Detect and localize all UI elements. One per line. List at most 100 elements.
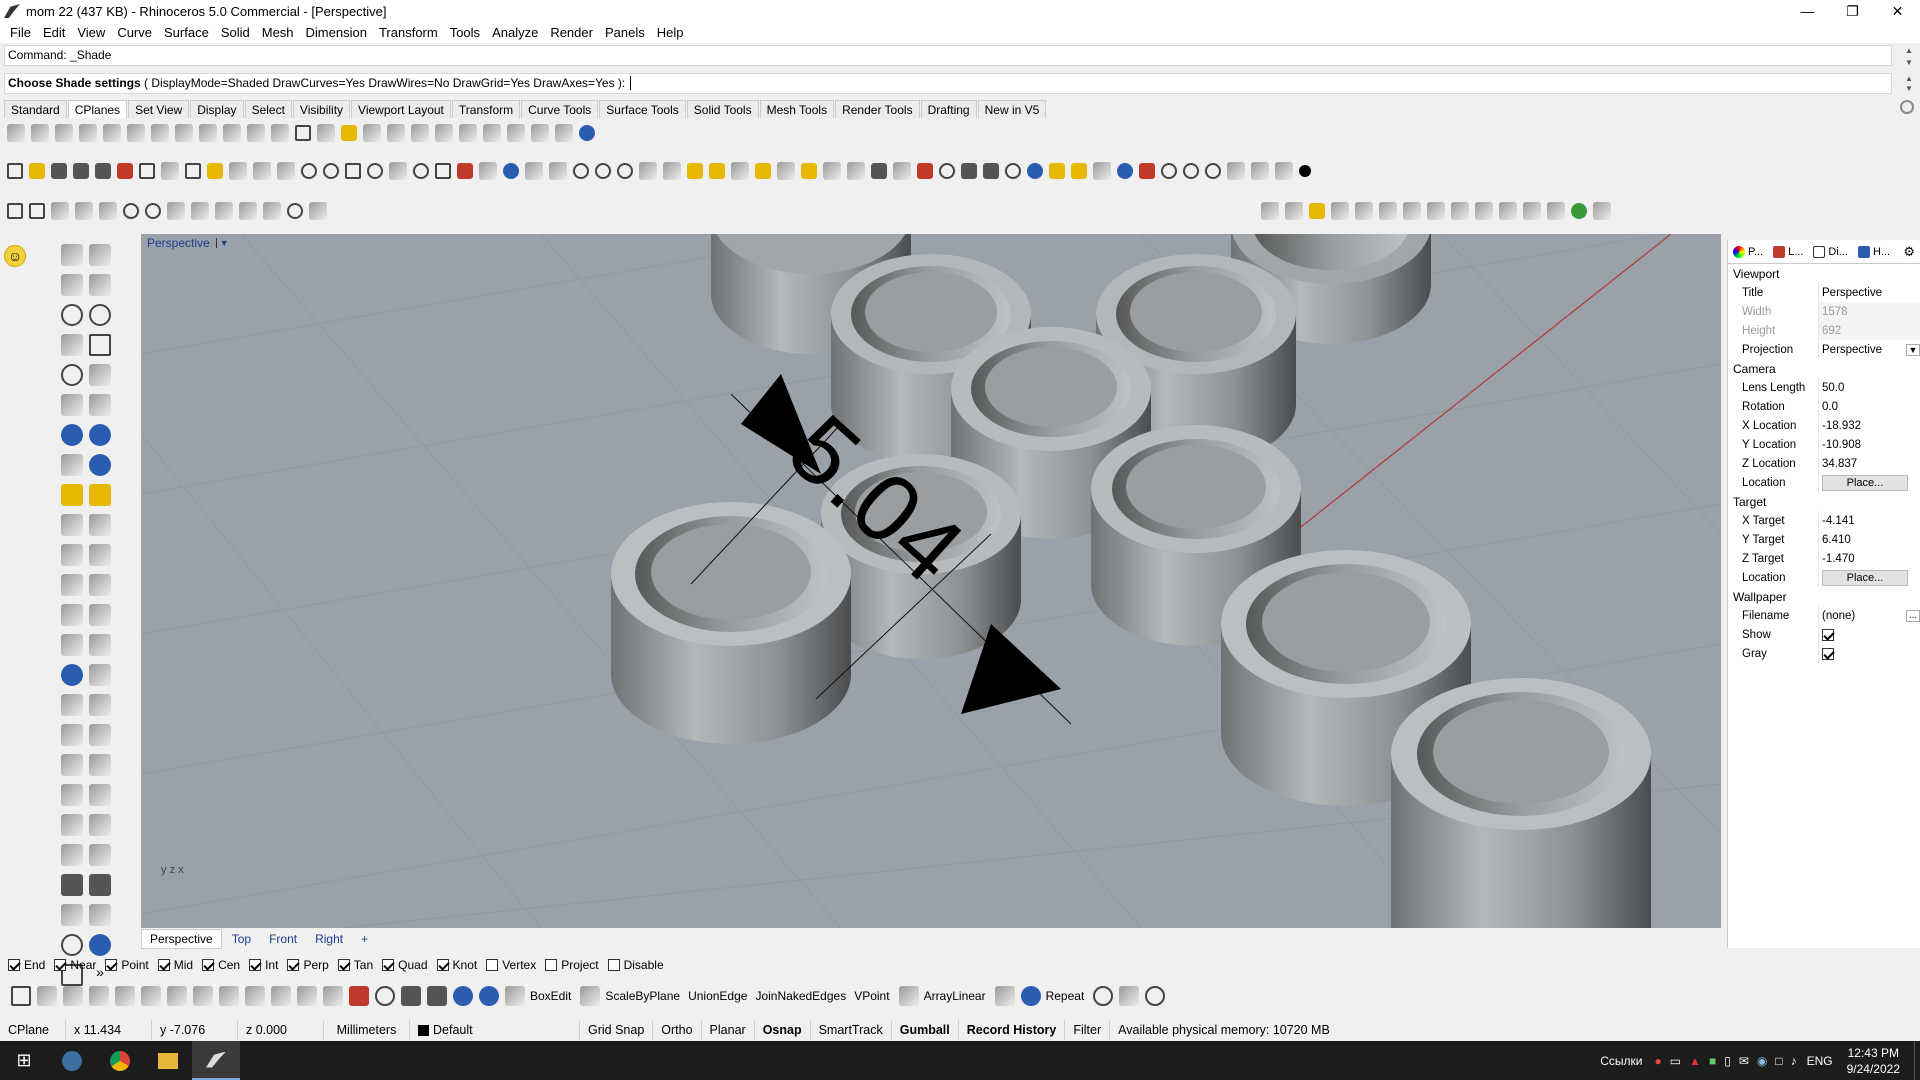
- cplane-world-top-icon[interactable]: [363, 124, 381, 142]
- vtab-top[interactable]: Top: [224, 930, 259, 948]
- osnap-project-checkbox[interactable]: [545, 959, 558, 971]
- command-scroll-up-icon[interactable]: ▲: [1902, 46, 1916, 56]
- tab-new-in-v5[interactable]: New in V5: [977, 100, 1047, 118]
- tab-visibility[interactable]: Visibility: [292, 100, 351, 118]
- save-red-icon[interactable]: [117, 163, 133, 179]
- layout-tool-icon[interactable]: [11, 986, 31, 1006]
- transform-icon[interactable]: [89, 604, 111, 626]
- panel-tab-properties[interactable]: P...: [1728, 245, 1768, 258]
- osnap-int-checkbox[interactable]: [249, 959, 262, 971]
- select-vertex-icon[interactable]: [191, 202, 209, 220]
- forbidden-icon[interactable]: [1139, 163, 1155, 179]
- curve-blend-icon[interactable]: [1285, 202, 1303, 220]
- orient-icon[interactable]: [61, 754, 83, 776]
- planar-icon[interactable]: [1205, 163, 1221, 179]
- rotation-field[interactable]: 0.0: [1818, 397, 1920, 416]
- select-arc-icon[interactable]: [145, 203, 161, 219]
- black-dot-icon[interactable]: [1299, 165, 1311, 177]
- tab-drafting[interactable]: Drafting: [920, 100, 977, 118]
- analyze-curve-icon[interactable]: [61, 784, 83, 806]
- curve-box-icon[interactable]: [1593, 202, 1611, 220]
- menu-dimension[interactable]: Dimension: [300, 25, 373, 40]
- help-icon[interactable]: [1117, 163, 1133, 179]
- perspective-viewport[interactable]: 5.04 y z x Perspective ▼: [141, 234, 1721, 928]
- tab-display[interactable]: Display: [190, 100, 244, 118]
- save-as-icon[interactable]: [73, 163, 89, 179]
- select-polyline-icon[interactable]: [215, 202, 233, 220]
- mesh-icon[interactable]: [61, 484, 83, 506]
- select-circle-icon[interactable]: [123, 203, 139, 219]
- select-chain-icon[interactable]: [99, 202, 117, 220]
- cplane-redo-icon[interactable]: [555, 124, 573, 142]
- tray-graphics-icon[interactable]: ■: [1709, 1054, 1716, 1068]
- interpolate-icon[interactable]: [141, 986, 161, 1006]
- project-icon[interactable]: [61, 724, 83, 746]
- dotted-column-icon[interactable]: [1275, 162, 1293, 180]
- osnap-mid[interactable]: Mid: [157, 958, 193, 972]
- dimension-icon[interactable]: [1093, 162, 1111, 180]
- curve-highlight-icon[interactable]: [1309, 203, 1325, 219]
- blend-icon[interactable]: [89, 844, 111, 866]
- paste-icon[interactable]: [207, 163, 223, 179]
- cube-view-icon[interactable]: [1119, 986, 1140, 1006]
- select-point-icon[interactable]: [573, 163, 589, 179]
- osnap-project[interactable]: Project: [545, 958, 599, 972]
- tray-nvidia-icon[interactable]: ▲: [1689, 1054, 1701, 1068]
- cplane-surface-icon[interactable]: [175, 124, 193, 142]
- zoom-window-icon[interactable]: [323, 163, 339, 179]
- tab-standard[interactable]: Standard: [4, 100, 67, 118]
- curve-join-icon[interactable]: [1475, 202, 1493, 220]
- array-icon[interactable]: [61, 634, 83, 656]
- dimension-tool-icon[interactable]: [89, 664, 111, 686]
- open-file-icon[interactable]: [29, 163, 45, 179]
- tab-solid-tools[interactable]: Solid Tools: [686, 100, 759, 118]
- planar-surface-icon[interactable]: [89, 904, 111, 926]
- move-icon[interactable]: [731, 162, 749, 180]
- menu-tools[interactable]: Tools: [444, 25, 486, 40]
- polyline-tool-icon[interactable]: [271, 986, 291, 1006]
- curve-line-icon[interactable]: [1379, 202, 1397, 220]
- z-target-field[interactable]: -1.470: [1818, 549, 1920, 568]
- cplane-origin-icon[interactable]: [31, 124, 49, 142]
- chrome-icon[interactable]: [96, 1041, 144, 1080]
- gear-tool-icon[interactable]: [89, 724, 111, 746]
- walk-icon[interactable]: [61, 874, 83, 896]
- osnap-quad[interactable]: Quad: [382, 958, 428, 972]
- trim-icon[interactable]: [61, 514, 83, 536]
- explode-icon[interactable]: [61, 694, 83, 716]
- osnap-mid-checkbox[interactable]: [157, 959, 170, 971]
- flow-icon[interactable]: [89, 754, 111, 776]
- osnap-perp[interactable]: Perp: [287, 958, 329, 972]
- walk-tool-alt-icon[interactable]: [427, 986, 447, 1006]
- arraylinear-label[interactable]: ArrayLinear: [924, 989, 986, 1003]
- unionedge-label[interactable]: UnionEdge: [688, 989, 747, 1003]
- select-curve-icon[interactable]: [75, 202, 93, 220]
- solid-tools-icon[interactable]: [89, 424, 111, 446]
- target-place-button[interactable]: Place...: [1822, 569, 1908, 586]
- solid-box-icon[interactable]: [453, 986, 473, 1006]
- tab-surface-tools[interactable]: Surface Tools: [599, 100, 686, 118]
- toolbar-options-gear-icon[interactable]: [1900, 100, 1914, 114]
- cplane-grid-icon[interactable]: [295, 125, 311, 141]
- menu-solid[interactable]: Solid: [215, 25, 256, 40]
- status-cplane[interactable]: CPlane: [0, 1020, 66, 1040]
- osnap-end[interactable]: End: [8, 958, 45, 972]
- tray-steam-icon[interactable]: ◉: [1757, 1054, 1767, 1068]
- revolve-icon[interactable]: [375, 986, 395, 1006]
- rhino-taskbar-icon[interactable]: [192, 1041, 240, 1080]
- viewport-menu-dropdown-icon[interactable]: ▼: [215, 238, 229, 248]
- zoom-selected-icon[interactable]: [367, 163, 383, 179]
- walk-alt-icon[interactable]: [89, 874, 111, 896]
- command-prompt-options[interactable]: ( DisplayMode=Shaded DrawCurves=Yes Draw…: [141, 76, 629, 90]
- mirror-icon[interactable]: [89, 634, 111, 656]
- undo-icon[interactable]: [229, 162, 247, 180]
- zoom-extents-icon[interactable]: [345, 163, 361, 179]
- select-point-tool-icon[interactable]: [167, 202, 185, 220]
- arc-icon[interactable]: [61, 334, 83, 356]
- light-icon[interactable]: [801, 163, 817, 179]
- z-location-field[interactable]: 34.837: [1818, 454, 1920, 473]
- tab-select[interactable]: Select: [244, 100, 292, 118]
- curve-extend-icon[interactable]: [1427, 202, 1445, 220]
- cplane-std-icon[interactable]: [525, 162, 543, 180]
- camera-place-button[interactable]: Place...: [1822, 474, 1908, 491]
